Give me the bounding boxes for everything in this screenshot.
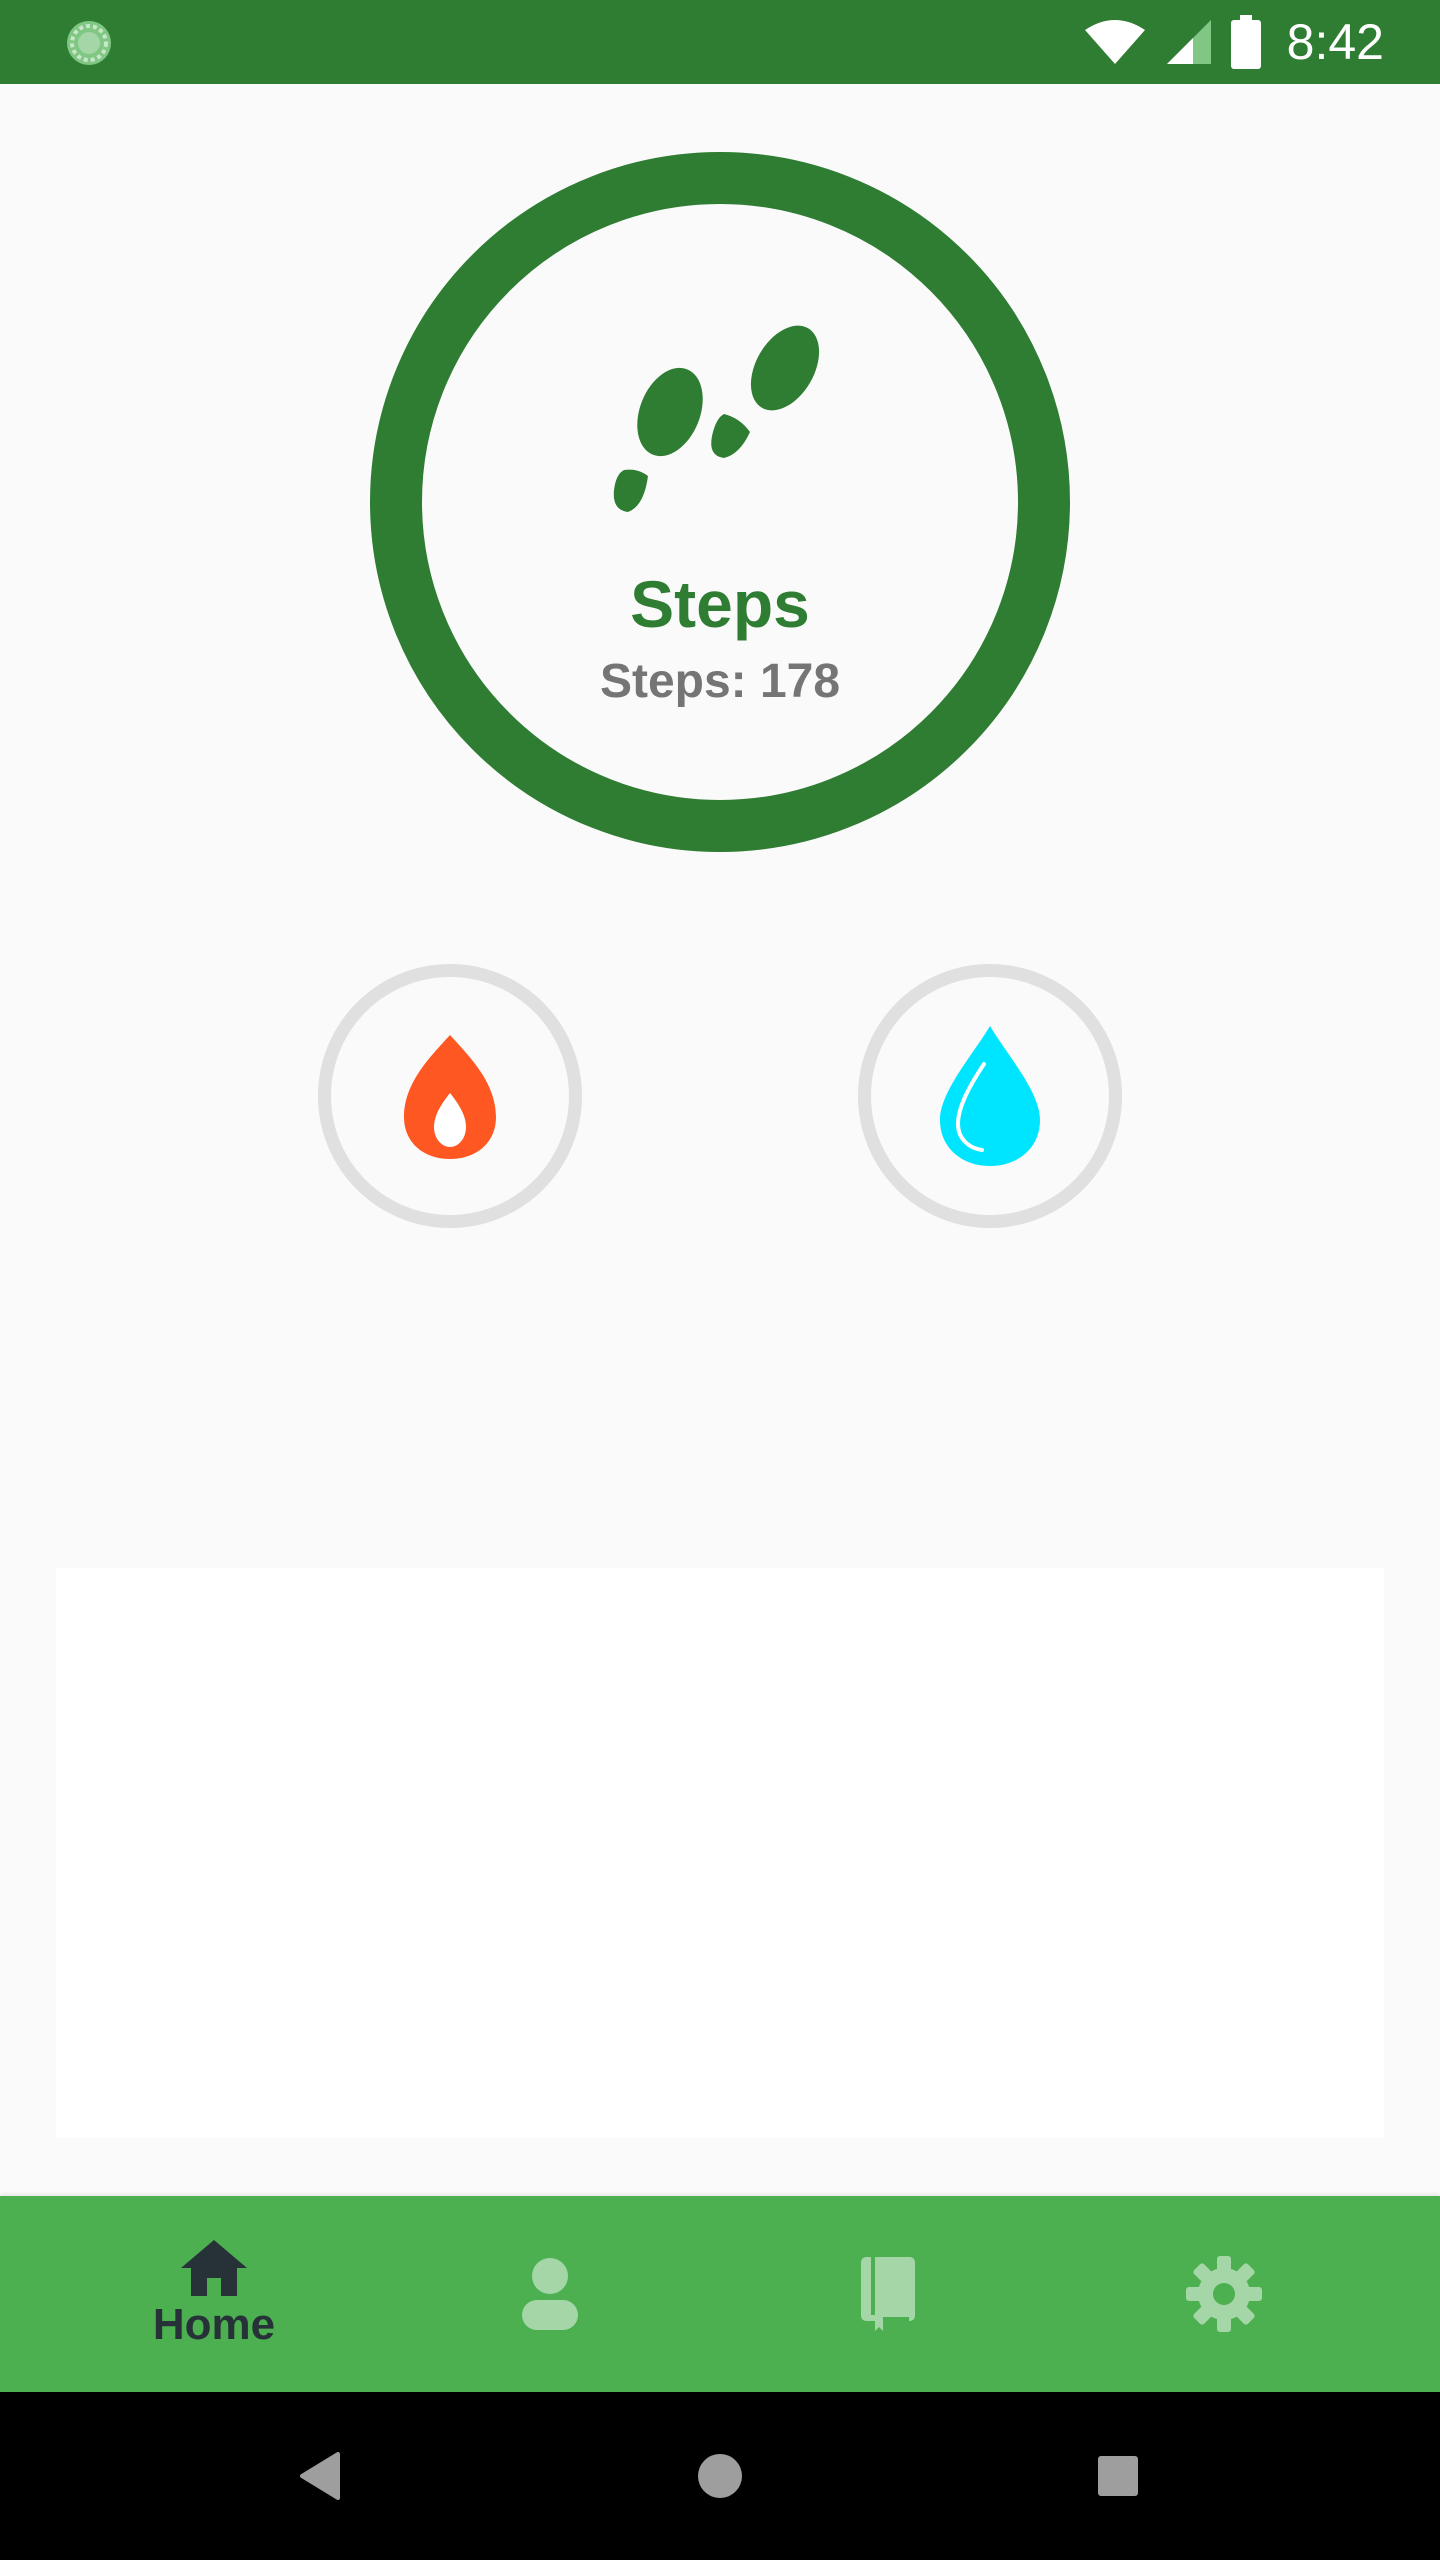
content-card	[56, 1568, 1384, 2138]
battery-icon	[1230, 15, 1261, 69]
book-icon	[861, 2257, 915, 2331]
nav-item-home-label: Home	[152, 2300, 276, 2349]
steps-count: Steps: 178	[599, 655, 841, 708]
wifi-icon	[1084, 20, 1145, 64]
system-back-button[interactable]	[270, 2426, 370, 2526]
water-drop-icon	[940, 1026, 1040, 1166]
system-navigation-bar	[0, 2392, 1440, 2560]
calories-ring[interactable]	[318, 964, 582, 1228]
person-icon	[522, 2258, 578, 2330]
system-home-button[interactable]	[670, 2426, 770, 2526]
gear-icon	[1186, 2256, 1262, 2332]
flame-icon	[404, 1035, 496, 1159]
sync-progress-icon	[67, 21, 111, 65]
bottom-navigation: Home	[0, 2196, 1440, 2392]
home-icon	[181, 2240, 247, 2296]
status-icons: 8:42	[1065, 0, 1384, 84]
cellular-signal-icon	[1166, 20, 1211, 64]
recents-icon	[1098, 2456, 1138, 2496]
status-time: 8:42	[1286, 14, 1384, 70]
water-ring[interactable]	[858, 964, 1122, 1228]
nav-item-settings[interactable]	[1114, 2196, 1334, 2392]
steps-title: Steps	[630, 567, 810, 641]
home-circle-icon	[698, 2454, 742, 2498]
back-icon	[300, 2452, 340, 2500]
nav-item-journal[interactable]	[778, 2196, 998, 2392]
status-bar: 8:42	[0, 0, 1440, 84]
nav-item-home[interactable]: Home	[104, 2196, 324, 2392]
nav-item-profile[interactable]	[440, 2196, 660, 2392]
system-recents-button[interactable]	[1068, 2426, 1168, 2526]
footprints-icon	[613, 325, 820, 512]
